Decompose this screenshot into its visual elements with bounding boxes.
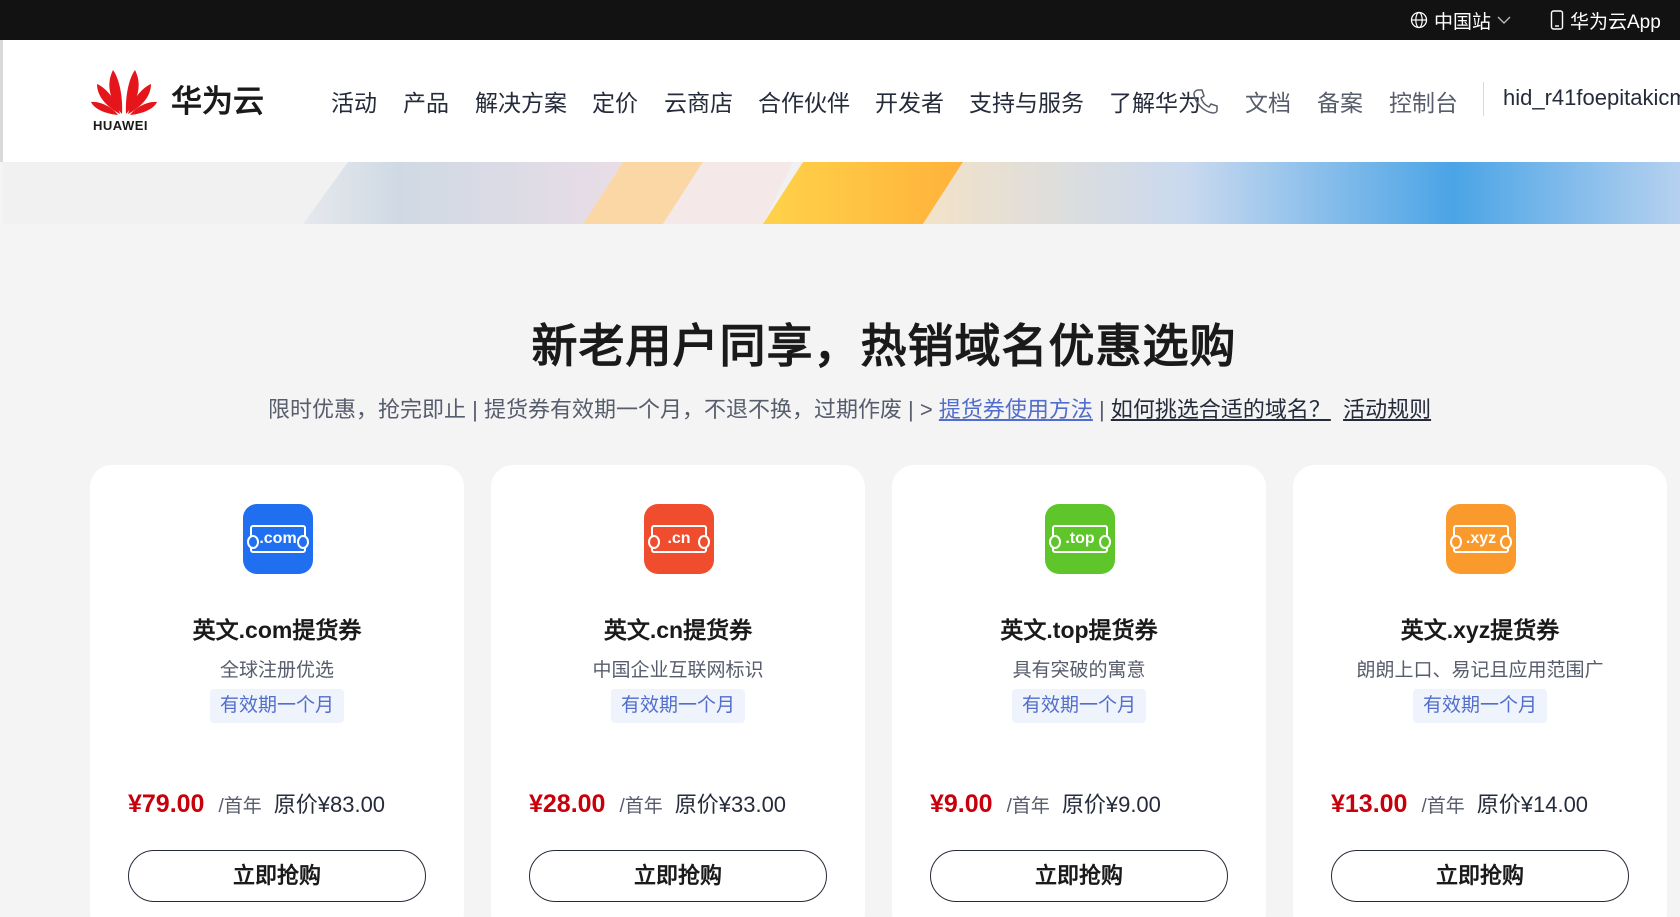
nav-item-pricing[interactable]: 定价 — [592, 84, 638, 118]
region-selector[interactable]: 中国站 — [1410, 0, 1511, 40]
price-row: ¥9.00 /首年 原价¥9.00 — [930, 787, 1161, 819]
original-price: 原价¥14.00 — [1476, 792, 1589, 817]
sale-price: ¥28.00 — [529, 790, 606, 818]
nav-item-support[interactable]: 支持与服务 — [969, 84, 1084, 118]
badge-label: .xyz — [1465, 530, 1497, 547]
price-period: /首年 — [619, 796, 663, 817]
card-description: 全球注册优选 — [219, 660, 334, 681]
ticket-icon: .com — [247, 525, 309, 553]
badge-label: .cn — [667, 530, 691, 547]
buy-now-button[interactable]: 立即抢购 — [1331, 850, 1629, 902]
buy-now-button[interactable]: 立即抢购 — [529, 850, 827, 902]
promo-subline: 限时优惠，抢完即止 | 提货券有效期一个月，不退不换，过期作废 | > 提货券使… — [268, 392, 1431, 424]
com-domain-icon: .com — [243, 504, 313, 574]
nav-item-filing[interactable]: 备案 — [1317, 84, 1363, 118]
voucher-card-top: .top 英文.top提货券 具有突破的寓意 有效期一个月 ¥9.00 /首年 … — [892, 465, 1266, 917]
how-to-choose-domain-link[interactable]: 如何挑选合适的域名？ — [1111, 397, 1331, 422]
nav-item-developers[interactable]: 开发者 — [875, 84, 944, 118]
voucher-card-xyz: .xyz 英文.xyz提货券 朗朗上口、易记且应用范围广 有效期一个月 ¥13.… — [1293, 465, 1667, 917]
page-title: 新老用户同享，热销域名优惠选购 — [531, 320, 1237, 372]
price-period: /首年 — [1421, 796, 1465, 817]
huawei-cloud-logo[interactable]: HUAWEI 华为云 — [91, 64, 271, 134]
nav-item-console[interactable]: 控制台 — [1389, 84, 1458, 118]
nav-item-about[interactable]: 了解华为 — [1109, 84, 1201, 118]
ticket-icon: .cn — [648, 525, 710, 553]
decorative-banner — [3, 162, 1680, 224]
card-description: 朗朗上口、易记且应用范围广 — [1356, 660, 1604, 681]
original-price: 原价¥83.00 — [273, 792, 386, 817]
banner-gradient-art — [303, 162, 1680, 224]
card-title: 英文.xyz提货券 — [1400, 617, 1560, 643]
nav-item-activities[interactable]: 活动 — [331, 84, 377, 118]
nav-divider — [1483, 82, 1484, 116]
validity-tag: 有效期一个月 — [209, 689, 345, 723]
chevron-down-icon — [1497, 16, 1511, 24]
activity-rules-link[interactable]: 活动规则 — [1343, 397, 1431, 422]
ticket-icon: .xyz — [1450, 525, 1512, 553]
nav-item-marketplace[interactable]: 云商店 — [664, 84, 733, 118]
badge-label: .top — [1065, 530, 1095, 547]
nav-item-partners[interactable]: 合作伙伴 — [758, 84, 850, 118]
price-row: ¥79.00 /首年 原价¥83.00 — [128, 787, 385, 819]
region-label: 中国站 — [1434, 11, 1492, 33]
cn-domain-icon: .cn — [644, 504, 714, 574]
price-period: /首年 — [1006, 796, 1050, 817]
nav-item-solutions[interactable]: 解决方案 — [475, 84, 567, 118]
sale-price: ¥9.00 — [930, 790, 993, 818]
nav-item-products[interactable]: 产品 — [403, 84, 449, 118]
user-account-name[interactable]: hid_r41foepitakicm — [1503, 85, 1680, 111]
app-download-link[interactable]: 华为云App — [1550, 0, 1661, 40]
promo-notice-text: 限时优惠，抢完即止 | 提货券有效期一个月，不退不换，过期作废 | > — [268, 397, 939, 422]
card-title: 英文.cn提货券 — [603, 617, 753, 643]
brand-name: 华为云 — [171, 84, 264, 119]
card-title: 英文.com提货券 — [192, 617, 362, 643]
validity-tag: 有效期一个月 — [610, 689, 746, 723]
validity-tag: 有效期一个月 — [1011, 689, 1147, 723]
xyz-domain-icon: .xyz — [1446, 504, 1516, 574]
ticket-icon: .top — [1049, 525, 1111, 553]
main-header: HUAWEI 华为云 活动 产品 解决方案 定价 云商店 合作伙伴 开发者 支持… — [0, 40, 1680, 162]
price-row: ¥28.00 /首年 原价¥33.00 — [529, 787, 786, 819]
card-description: 具有突破的寓意 — [1012, 660, 1146, 681]
original-price: 原价¥9.00 — [1061, 792, 1161, 817]
sale-price: ¥79.00 — [128, 790, 205, 818]
original-price: 原价¥33.00 — [674, 792, 787, 817]
voucher-usage-link[interactable]: 提货券使用方法 — [939, 397, 1093, 422]
buy-now-button[interactable]: 立即抢购 — [930, 850, 1228, 902]
price-period: /首年 — [218, 796, 262, 817]
card-description: 中国企业互联网标识 — [592, 660, 764, 681]
badge-label: .com — [259, 530, 297, 547]
globe-icon — [1410, 11, 1428, 29]
top-utility-bar: 中国站 华为云App — [0, 0, 1680, 40]
phone-icon[interactable] — [1191, 86, 1221, 116]
sale-price: ¥13.00 — [1331, 790, 1408, 818]
voucher-card-com: .com 英文.com提货券 全球注册优选 有效期一个月 ¥79.00 /首年 … — [90, 465, 464, 917]
buy-now-button[interactable]: 立即抢购 — [128, 850, 426, 902]
validity-tag: 有效期一个月 — [1412, 689, 1548, 723]
card-title: 英文.top提货券 — [1000, 617, 1158, 643]
top-domain-icon: .top — [1045, 504, 1115, 574]
nav-item-docs[interactable]: 文档 — [1245, 84, 1291, 118]
subline-separator: | — [1092, 397, 1111, 422]
price-row: ¥13.00 /首年 原价¥14.00 — [1331, 787, 1588, 819]
voucher-card-cn: .cn 英文.cn提货券 中国企业互联网标识 有效期一个月 ¥28.00 /首年… — [491, 465, 865, 917]
huawei-wordmark: HUAWEI — [93, 118, 148, 133]
huawei-flower-logo-icon — [91, 70, 157, 115]
mobile-phone-icon — [1550, 10, 1564, 30]
app-label: 华为云App — [1570, 11, 1661, 33]
